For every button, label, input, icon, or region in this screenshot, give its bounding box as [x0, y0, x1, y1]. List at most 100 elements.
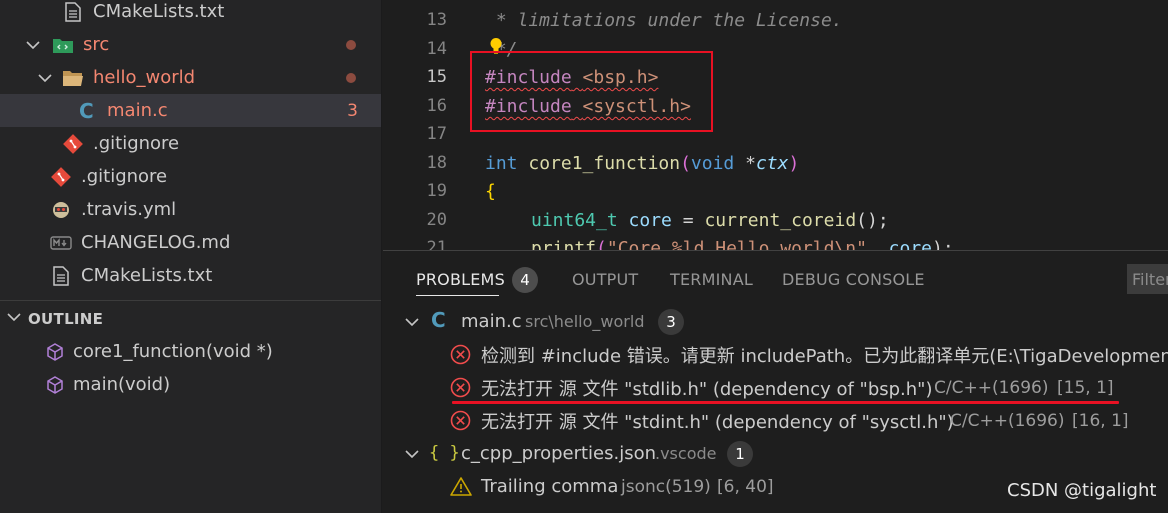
outline-item-core1-function[interactable]: core1_function(void *) [0, 335, 381, 368]
keyword: void [690, 152, 735, 174]
explorer-item-label: main.c [107, 100, 168, 121]
chevron-down-icon[interactable] [24, 36, 42, 54]
code-line: 19 { [383, 177, 1168, 206]
svg-text:C: C [431, 309, 446, 331]
source-folder-icon [52, 34, 74, 56]
punctuation: ); [932, 237, 954, 250]
code-line: 16 #include <sysctl.h> [383, 92, 1168, 121]
code-line: 20 uint64_t core = current_coreid(); [383, 206, 1168, 235]
line-number: 18 [426, 153, 447, 174]
error-icon [450, 410, 471, 431]
file-lines-icon [50, 265, 72, 287]
problem-position: [16, 1] [1072, 410, 1129, 431]
chevron-down-icon[interactable] [403, 445, 421, 463]
tab-output[interactable]: OUTPUT [572, 270, 638, 289]
explorer-item-label: CMakeLists.txt [93, 1, 225, 22]
line-number: 13 [426, 10, 447, 31]
chevron-down-icon[interactable] [6, 309, 22, 329]
problem-item[interactable]: 检测到 #include 错误。请更新 includePath。已为此翻译单元(… [383, 338, 1168, 371]
problem-message: 无法打开 源 文件 "stdint.h" (dependency of "sys… [481, 411, 954, 433]
explorer-item-hello-world[interactable]: hello_world [0, 61, 381, 94]
problem-group-c-cpp-properties[interactable]: { } c_cpp_properties.json .vscode 1 [383, 437, 1168, 470]
problem-group-file: main.c [461, 311, 522, 332]
operator: = [682, 209, 694, 231]
code-line: 13 * limitations under the License. [383, 6, 1168, 35]
problem-group-count: 3 [658, 308, 684, 335]
problem-message: 无法打开 源 文件 "stdlib.h" (dependency of "bsp… [481, 378, 933, 400]
outline-item-main[interactable]: main(void) [0, 368, 381, 401]
panel-tabbar: PROBLEMS 4 OUTPUT TERMINAL DEBUG CONSOLE… [383, 251, 1168, 309]
problem-item[interactable]: 无法打开 源 文件 "stdint.h" (dependency of "sys… [383, 404, 1168, 437]
line-number: 17 [426, 124, 447, 145]
explorer-item-changelog[interactable]: CHANGELOG.md [0, 226, 381, 259]
error-icon [450, 377, 471, 398]
explorer-item-cmakelists[interactable]: CMakeLists.txt [0, 259, 381, 292]
explorer-item-travis[interactable]: .travis.yml [0, 193, 381, 226]
problem-source: C/C++(1696) [934, 377, 1049, 398]
preprocessor-directive: #include [485, 66, 572, 88]
file-lines-icon [62, 1, 84, 23]
tab-problems[interactable]: PROBLEMS [416, 270, 505, 289]
outline-item-label: main(void) [73, 374, 171, 395]
outline-title: OUTLINE [28, 309, 104, 328]
modified-dot [346, 39, 356, 50]
problem-item[interactable]: 无法打开 源 文件 "stdlib.h" (dependency of "bsp… [383, 371, 1168, 404]
line-number: 21 [426, 238, 447, 250]
problem-message: 检测到 #include 错误。请更新 includePath。已为此翻译单元(… [481, 345, 1168, 367]
problem-source: jsonc(519) [621, 476, 711, 497]
function-call: current_coreid [704, 209, 857, 231]
explorer-item-label: src [83, 34, 110, 55]
travis-icon [50, 199, 72, 221]
include-statement: #include <sysctl.h> [485, 96, 691, 117]
explorer-item-gitignore[interactable]: .gitignore [0, 160, 381, 193]
chevron-down-icon[interactable] [403, 313, 421, 331]
markdown-icon [50, 232, 72, 254]
explorer-item-label: hello_world [93, 67, 196, 88]
tab-debug-console[interactable]: DEBUG CONSOLE [782, 270, 925, 289]
problem-group-main-c[interactable]: C main.c src\hello_world 3 [383, 305, 1168, 338]
git-icon [50, 166, 72, 188]
brace: { [485, 180, 496, 202]
explorer-item-label: .gitignore [81, 166, 168, 187]
problem-group-path: src\hello_world [525, 312, 645, 331]
problem-position: [15, 1] [1057, 377, 1114, 398]
line-number: 19 [426, 181, 447, 202]
explorer-item-label: .gitignore [93, 133, 180, 154]
paren: ( [680, 152, 691, 174]
parameter: ctx [755, 152, 789, 174]
error-icon [450, 344, 471, 365]
explorer-item-src[interactable]: src [0, 28, 381, 61]
git-icon [62, 133, 84, 155]
function-name: core1_function [528, 152, 681, 174]
punctuation: (); [856, 209, 889, 231]
filter-input[interactable]: Filter [1127, 264, 1168, 294]
function-call: printf [531, 237, 597, 250]
operator: * [745, 152, 756, 174]
problems-count-badge: 4 [512, 267, 538, 293]
paren: ) [788, 152, 800, 174]
type-name: uint64_t [531, 209, 618, 231]
include-path: <bsp.h> [582, 66, 659, 88]
paren: ( [596, 237, 607, 250]
explorer-item-main-c[interactable]: C main.c 3 [0, 94, 381, 127]
line-number: 15 [426, 67, 447, 88]
svg-text:C: C [79, 100, 94, 122]
explorer-item-cmakelists-src[interactable]: CMakeLists.txt [0, 0, 381, 28]
explorer-item-gitignore-src[interactable]: .gitignore [0, 127, 381, 160]
problem-source: C/C++(1696) [950, 410, 1065, 431]
tab-terminal[interactable]: TERMINAL [670, 270, 753, 289]
lightbulb-icon[interactable] [489, 37, 503, 55]
chevron-down-icon[interactable] [36, 69, 54, 87]
problem-group-count: 1 [727, 440, 753, 467]
outline-item-label: core1_function(void *) [73, 341, 273, 362]
watermark: CSDN @tigalight [1007, 480, 1157, 501]
outline-header[interactable]: OUTLINE [0, 300, 381, 336]
include-statement: #include <bsp.h> [485, 67, 658, 88]
c-file-icon: C [76, 100, 98, 122]
folder-open-icon [62, 67, 84, 89]
explorer-sidebar: CMakeLists.txt src hello_world C main.c … [0, 0, 382, 513]
problem-count: 3 [347, 100, 358, 121]
code-line-current: 15 #include <bsp.h> [383, 63, 1168, 92]
code-line: 17 [383, 120, 1168, 149]
annotation-underline [452, 401, 1119, 404]
